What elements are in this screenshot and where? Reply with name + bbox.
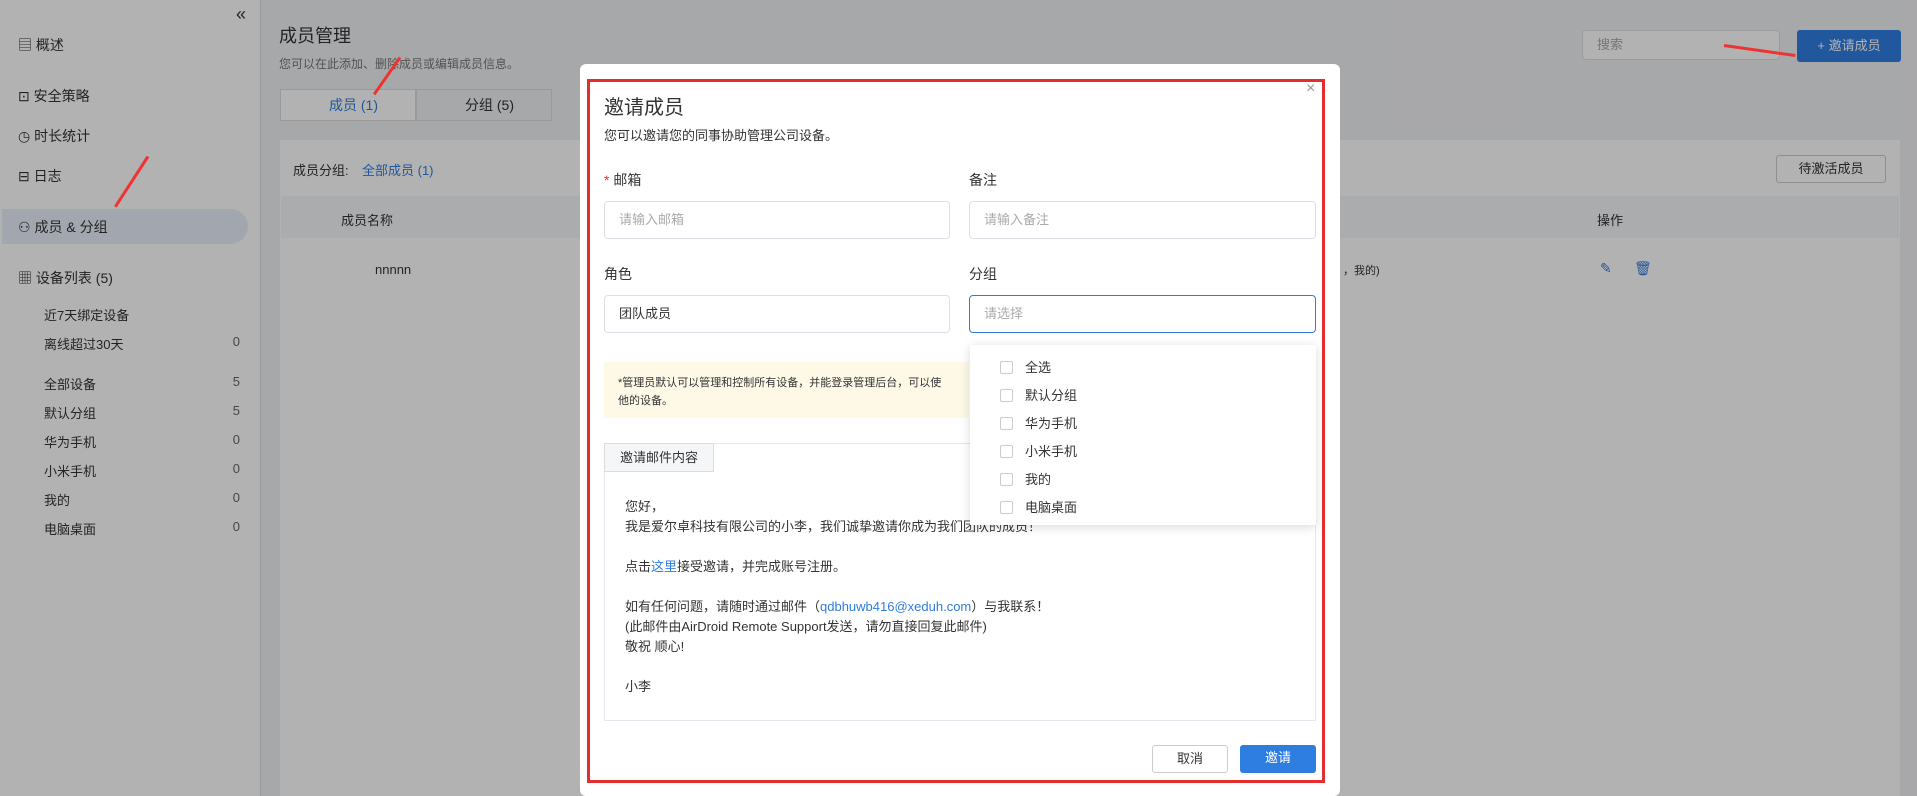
dropdown-option[interactable]: 小米手机 bbox=[1000, 441, 1077, 460]
email-field[interactable]: 请输入邮箱 bbox=[604, 201, 950, 239]
dropdown-option[interactable]: 默认分组 bbox=[1000, 385, 1077, 404]
role-label: 角色 bbox=[604, 266, 632, 282]
role-select[interactable]: 团队成员 bbox=[604, 295, 950, 333]
group-select[interactable]: 请选择 bbox=[969, 295, 1316, 333]
checkbox-icon[interactable] bbox=[1000, 445, 1013, 458]
checkbox-icon[interactable] bbox=[1000, 417, 1013, 430]
ok-button[interactable]: 邀请 bbox=[1240, 745, 1316, 773]
checkbox-icon[interactable] bbox=[1000, 389, 1013, 402]
checkbox-icon[interactable] bbox=[1000, 361, 1013, 374]
dropdown-option[interactable]: 电脑桌面 bbox=[1000, 497, 1077, 516]
group-dropdown: 全选默认分组华为手机小米手机我的电脑桌面 bbox=[970, 345, 1316, 525]
dropdown-option[interactable]: 华为手机 bbox=[1000, 413, 1077, 432]
checkbox-icon[interactable] bbox=[1000, 473, 1013, 486]
notice: *管理员默认可以管理和控制所有设备，并能登录管理后台，可以使 他的设备。 bbox=[604, 362, 969, 418]
dropdown-option[interactable]: 全选 bbox=[1000, 357, 1051, 376]
modal-desc: 您可以邀请您的同事协助管理公司设备。 bbox=[604, 128, 839, 143]
email-label: * 邮箱 bbox=[604, 172, 642, 188]
dropdown-option[interactable]: 我的 bbox=[1000, 469, 1051, 488]
email-tab: 邀请邮件内容 bbox=[604, 443, 714, 472]
close-icon[interactable]: × bbox=[1306, 80, 1315, 98]
note-label: 备注 bbox=[969, 172, 997, 188]
checkbox-icon[interactable] bbox=[1000, 501, 1013, 514]
group-label: 分组 bbox=[969, 266, 997, 282]
cancel-button[interactable]: 取消 bbox=[1152, 745, 1228, 773]
modal-title: 邀请成员 bbox=[604, 97, 684, 119]
note-field[interactable]: 请输入备注 bbox=[969, 201, 1316, 239]
email-body: 您好， 我是爱尔卓科技有限公司的小李，我们诚挚邀请你成为我们团队的成员！ 点击这里接… bbox=[625, 499, 1050, 694]
